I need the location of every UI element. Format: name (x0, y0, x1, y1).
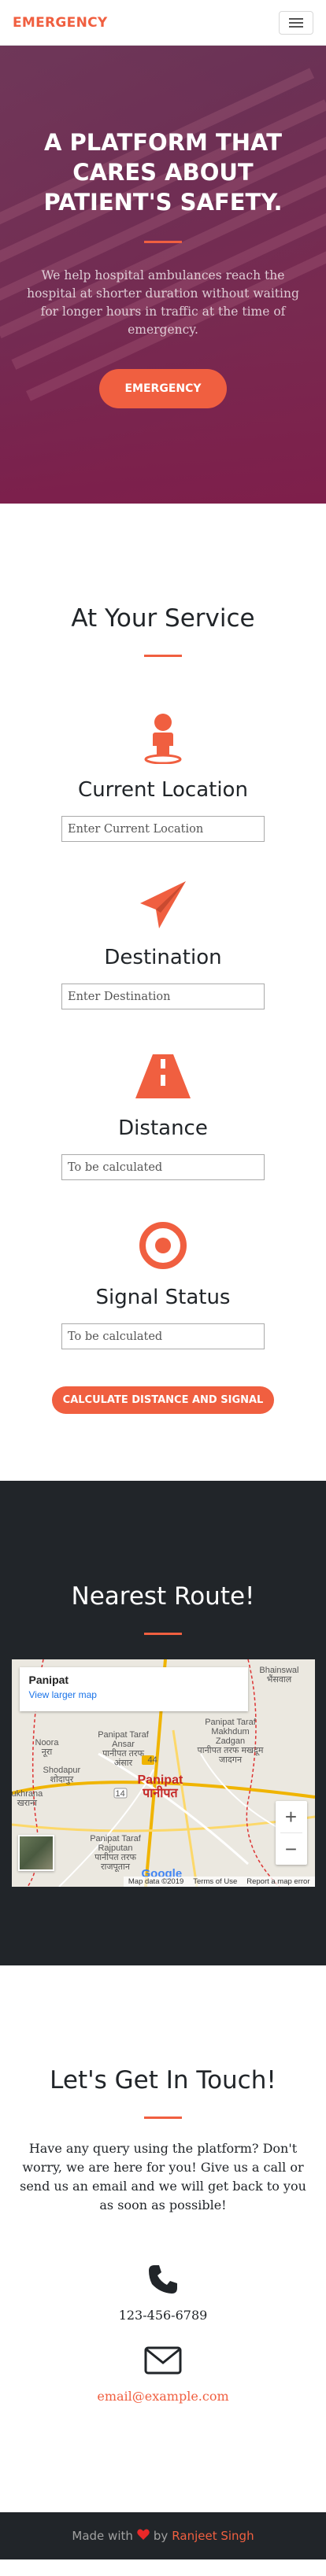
heart-icon (137, 2529, 150, 2543)
calculate-button[interactable]: CALCULATE DISTANCE AND SIGNAL (51, 1386, 275, 1414)
map-data-text: Map data ©2019 (128, 1877, 184, 1886)
contact-title: Let's Get In Touch! (50, 2066, 276, 2094)
road-14-label: 14 (115, 1789, 125, 1799)
service-heading: Signal Status (95, 1286, 231, 1309)
zoom-out-button[interactable]: − (276, 1833, 307, 1865)
satellite-toggle[interactable] (17, 1835, 54, 1871)
map-place-name: Panipat (28, 1674, 69, 1686)
map-label-taraf-makhdum: Panipat Taraf Makhdum Zadgan पानीपत तरफ … (197, 1718, 264, 1765)
map-label-noora: Noora नूरा (35, 1738, 59, 1757)
map-label-bhainswal: Bhainswal भैंसवाल (259, 1666, 299, 1685)
route-divider (144, 1633, 182, 1635)
route-section: Nearest Route! 44 14 Bhainswal भैंसवाल N… (0, 1481, 326, 1965)
terms-link[interactable]: Terms of Use (193, 1877, 237, 1886)
service-distance: Distance (0, 1050, 326, 1180)
person-pin-icon (0, 712, 326, 764)
map-label-taraf-ansar: Panipat Taraf Ansar पानीपत तरफ अंसार (98, 1730, 149, 1768)
map-label-city: Panipat पानीपत (137, 1773, 183, 1800)
services-section: At Your Service Current Location Destina… (0, 504, 326, 1414)
map-footer: Map data ©2019 Terms of Use Report a map… (123, 1877, 315, 1887)
services-divider (144, 655, 182, 657)
footer: Made with by Ranjeet Singh (0, 2512, 326, 2559)
report-error-link[interactable]: Report a map error (246, 1877, 309, 1886)
paper-plane-icon (0, 880, 326, 932)
navbar: EMERGENCY (0, 0, 326, 46)
destination-input[interactable] (61, 984, 265, 1009)
service-heading: Distance (118, 1116, 208, 1140)
hero-section: A PLATFORM THAT CARES ABOUT PATIENT'S SA… (0, 46, 326, 504)
signal-status-input[interactable] (61, 1323, 265, 1349)
email-link[interactable]: email@example.com (0, 2389, 326, 2404)
distance-input[interactable] (61, 1154, 265, 1180)
service-heading: Current Location (78, 778, 248, 802)
menu-toggle-button[interactable] (279, 10, 313, 35)
contact-section: Let's Get In Touch! Have any query using… (0, 1965, 326, 2512)
contact-text: Have any query using the platform? Don't… (20, 2141, 306, 2212)
services-title: At Your Service (71, 604, 255, 633)
service-heading: Destination (104, 946, 222, 969)
map-label-shodapur: Shodapur शोदापुर (43, 1766, 81, 1784)
hero-title: A PLATFORM THAT CARES ABOUT PATIENT'S SA… (43, 129, 283, 216)
map-embed[interactable]: 44 14 Bhainswal भैंसवाल Noora नूरा Panip… (11, 1659, 315, 1887)
zoom-in-button[interactable]: + (276, 1801, 307, 1832)
map-info-card: Panipat View larger map (19, 1667, 248, 1711)
footer-by: by (153, 2529, 169, 2543)
service-current-location: Current Location (0, 712, 326, 842)
service-destination: Destination (0, 880, 326, 1009)
road-icon (0, 1050, 326, 1102)
route-title: Nearest Route! (71, 1582, 255, 1611)
phone-number: 123-456-6789 (118, 2308, 208, 2323)
phone-icon (0, 2264, 326, 2298)
hero-divider (144, 241, 182, 243)
target-icon (0, 1220, 326, 1271)
emergency-button[interactable]: EMERGENCY (99, 369, 227, 408)
service-signal-status: Signal Status (0, 1220, 326, 1349)
map-label-taraf-rajputan: Panipat Taraf Rajputan पानीपत तरफ राजपूत… (90, 1834, 141, 1872)
footer-made-with: Made with (72, 2529, 133, 2543)
view-larger-map-link[interactable]: View larger map (29, 1689, 239, 1700)
brand-link[interactable]: EMERGENCY (13, 15, 108, 31)
hamburger-icon (289, 17, 303, 20)
map-label-ukhrana: ukhrana खराना (11, 1789, 43, 1808)
envelope-icon (0, 2346, 326, 2378)
author-link[interactable]: Ranjeet Singh (172, 2529, 254, 2543)
contact-divider (144, 2117, 182, 2119)
map-zoom-controls: + − (275, 1801, 307, 1865)
hero-text: We help hospital ambulances reach the ho… (27, 268, 299, 337)
current-location-input[interactable] (61, 816, 265, 842)
